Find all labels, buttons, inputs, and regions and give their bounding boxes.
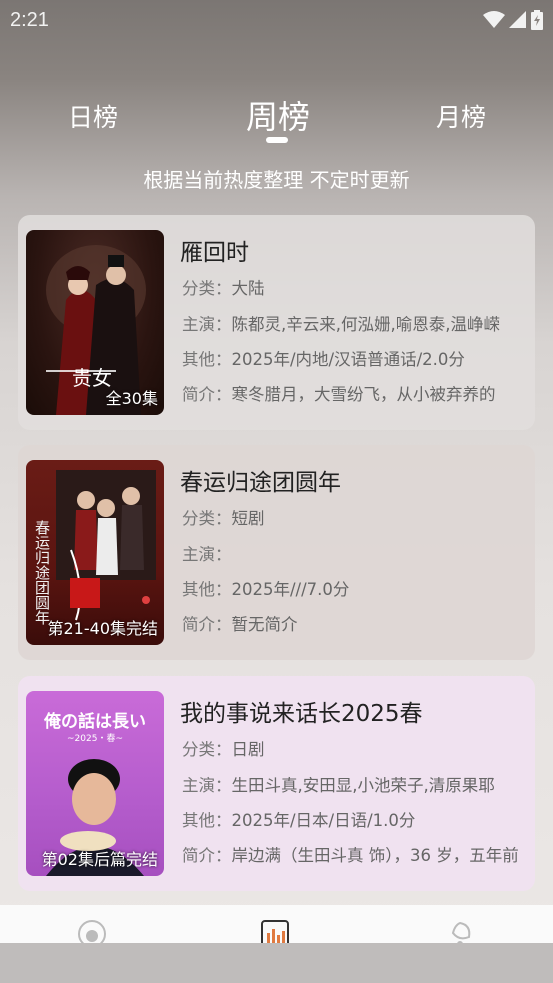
item-intro: 简介：寒冬腊月，大雪纷飞，从小被弃养的 — [182, 381, 526, 405]
wifi-icon — [483, 11, 505, 28]
item-intro: 简介：暂无简介 — [182, 611, 526, 635]
intro-label: 简介： — [182, 846, 232, 865]
item-title: 我的事说来话长2025春 — [180, 701, 423, 727]
other-label: 其他： — [182, 811, 232, 830]
poster-image: 俺の話は長い ~2025・春~ 第02集后篇完结 — [26, 691, 164, 876]
category-label: 分类： — [182, 509, 232, 528]
category-label: 分类： — [182, 279, 232, 298]
tab-week[interactable]: 周榜 — [240, 92, 316, 138]
intro-value: 暂无简介 — [231, 615, 298, 634]
other-value: 2025年///7.0分 — [231, 580, 350, 599]
poster-image: 春运归途团圆年 第21-40集完结 — [26, 460, 164, 645]
cast-label: 主演： — [182, 776, 232, 795]
active-tab-indicator — [266, 137, 288, 143]
episode-badge: 全30集 — [105, 389, 158, 408]
tab-month[interactable]: 月榜 — [430, 98, 492, 134]
category-value: 短剧 — [231, 509, 265, 528]
item-cast: 主演： — [182, 541, 526, 565]
poster-image: 贵女 全30集 — [26, 230, 164, 415]
item-other: 其他：2025年///7.0分 — [182, 576, 526, 600]
other-value: 2025年/内地/汉语普通话/2.0分 — [231, 350, 465, 369]
battery-icon — [531, 10, 543, 30]
category-value: 大陆 — [231, 279, 265, 298]
item-category: 分类：大陆 — [182, 275, 526, 299]
rank-tabs: 日榜 周榜 月榜 — [0, 90, 553, 150]
status-time: 2:21 — [10, 8, 49, 31]
item-cast: 主演：陈都灵,辛云来,何泓姗,喻恩泰,温峥嵘 — [182, 311, 526, 335]
category-label: 分类： — [182, 740, 232, 759]
item-intro: 简介：岸边满（生田斗真 饰），36 岁，五年前 — [182, 842, 526, 866]
intro-value: 岸边满（生田斗真 饰），36 岁，五年前 — [231, 846, 519, 865]
item-category: 分类：短剧 — [182, 505, 526, 529]
other-value: 2025年/日本/日语/1.0分 — [231, 811, 416, 830]
item-cast: 主演：生田斗真,安田显,小池荣子,清原果耶 — [182, 772, 526, 796]
episode-badge: 第02集后篇完结 — [41, 850, 158, 869]
cast-value: 生田斗真,安田显,小池荣子,清原果耶 — [231, 776, 495, 795]
status-icons — [483, 10, 543, 30]
item-title: 雁回时 — [180, 240, 249, 266]
category-value: 日剧 — [231, 740, 265, 759]
item-title: 春运归途团圆年 — [180, 470, 341, 496]
other-label: 其他： — [182, 350, 232, 369]
rank-item-card[interactable]: 贵女 全30集 雁回时 分类：大陆 主演：陈都灵,辛云来,何泓姗,喻恩泰,温峥嵘… — [18, 215, 535, 430]
item-category: 分类：日剧 — [182, 736, 526, 760]
other-label: 其他： — [182, 580, 232, 599]
system-gesture-bar — [0, 943, 553, 983]
rank-item-card[interactable]: 俺の話は長い ~2025・春~ 第02集后篇完结 我的事说来话长2025春 分类… — [18, 676, 535, 891]
cast-label: 主演： — [182, 315, 232, 334]
page-subtitle: 根据当前热度整理 不定时更新 — [143, 168, 410, 192]
tab-day[interactable]: 日榜 — [62, 98, 124, 134]
intro-label: 简介： — [182, 385, 232, 404]
episode-badge: 第21-40集完结 — [47, 619, 159, 638]
poster-title-text: 春运归途团圆年 — [33, 520, 51, 625]
intro-label: 简介： — [182, 615, 232, 634]
cast-label: 主演： — [182, 545, 232, 564]
rank-item-card[interactable]: 春运归途团圆年 第21-40集完结 春运归途团圆年 分类：短剧 主演： 其他：2… — [18, 445, 535, 660]
cast-value: 陈都灵,辛云来,何泓姗,喻恩泰,温峥嵘 — [231, 315, 500, 334]
intro-value: 寒冬腊月，大雪纷飞，从小被弃养的 — [231, 385, 496, 404]
signal-icon — [509, 11, 526, 28]
item-other: 其他：2025年/日本/日语/1.0分 — [182, 807, 526, 831]
item-other: 其他：2025年/内地/汉语普通话/2.0分 — [182, 346, 526, 370]
status-bar: 2:21 — [0, 0, 553, 40]
